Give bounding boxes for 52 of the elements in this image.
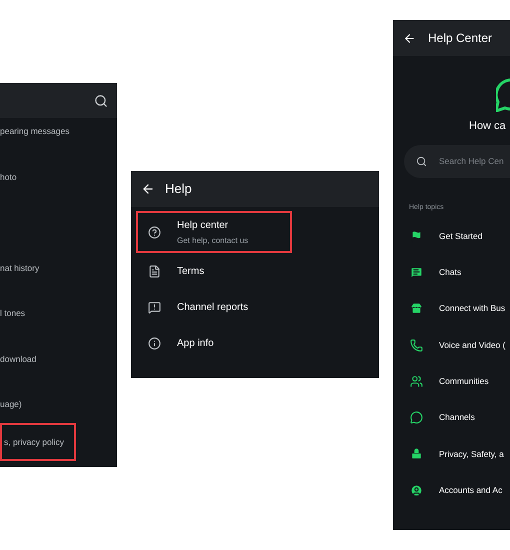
help-topic-item[interactable]: Accounts and Ac — [393, 472, 510, 508]
setting-subtitle[interactable]: hoto — [0, 168, 17, 184]
panel-title: Help Center — [428, 30, 492, 47]
store-icon — [410, 302, 423, 316]
help-topic-item[interactable]: Privacy, Safety, a — [393, 436, 510, 472]
topic-label: Communities — [439, 374, 489, 388]
help-heading: How ca — [468, 119, 507, 134]
help-topic-item[interactable]: Chats — [393, 254, 510, 291]
help-menu-item[interactable]: App info — [136, 325, 374, 361]
help-topic-item[interactable]: Voice and Video ( — [393, 326, 510, 364]
info-icon — [148, 336, 161, 350]
search-field[interactable]: Search Help Cen — [404, 144, 510, 178]
help-menu-item[interactable]: Help center Get help, contact us — [136, 211, 292, 253]
setting-subtitle[interactable]: l tones — [0, 305, 26, 320]
setting-subtitle[interactable]: s, privacy policy — [0, 422, 76, 462]
search-icon — [416, 156, 427, 166]
setting-subtitle[interactable]: download — [0, 350, 36, 366]
help-topic-item[interactable]: Get Started — [393, 218, 510, 254]
help-topic-item[interactable]: Communities — [393, 363, 510, 400]
help-topic-item[interactable]: Connect with Bus — [393, 290, 510, 327]
help-menu-item[interactable]: Terms — [136, 253, 374, 289]
topic-label: Get Started — [439, 230, 482, 243]
search-placeholder: Search Help Cen — [439, 154, 504, 168]
account-icon — [410, 484, 423, 497]
help-menu-item[interactable]: Channel reports — [136, 289, 374, 325]
panel-title: Help — [165, 180, 192, 198]
item-title: Channel reports — [177, 300, 248, 314]
item-title: Terms — [177, 264, 204, 278]
search-icon[interactable] — [94, 94, 108, 108]
setting-subtitle[interactable]: nat history — [0, 260, 40, 274]
item-subtitle: Get help, contact us — [177, 234, 248, 246]
chat-icon — [410, 266, 423, 279]
chat-bubble-logo-icon — [496, 78, 510, 112]
topic-label: Privacy, Safety, a — [439, 448, 504, 460]
topic-label: Accounts and Ac — [439, 484, 502, 497]
question-icon — [148, 226, 161, 238]
back-arrow-icon[interactable] — [403, 32, 416, 44]
lock-icon — [410, 447, 423, 460]
document-icon — [148, 264, 161, 278]
setting-subtitle[interactable]: pearing messages — [0, 123, 70, 138]
channel-icon — [410, 411, 423, 424]
topic-label: Chats — [439, 266, 462, 279]
item-title: App info — [177, 336, 214, 350]
setting-subtitle[interactable]: uage) — [0, 396, 22, 411]
report-icon — [148, 300, 161, 314]
topic-label: Voice and Video ( — [439, 338, 506, 352]
phone-icon — [410, 338, 423, 352]
item-title: Help center — [177, 218, 230, 232]
topic-label: Channels — [439, 411, 475, 424]
people-icon — [410, 374, 423, 388]
topic-label: Connect with Bus — [439, 302, 506, 316]
help-topic-item[interactable]: Channels — [393, 399, 510, 436]
